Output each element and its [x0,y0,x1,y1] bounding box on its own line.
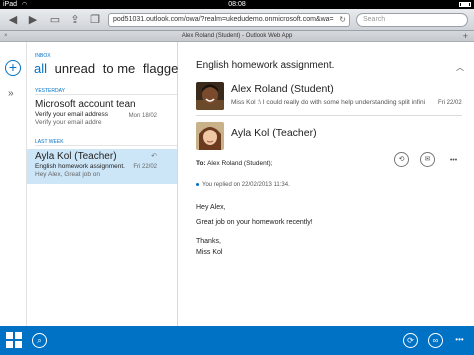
browser-search-field[interactable]: Search [356,13,468,27]
body-line: Miss Kol [196,249,223,256]
more-button[interactable]: ••• [452,333,467,348]
bookmarks-icon[interactable]: ▭ [48,14,62,27]
replied-notice: You replied on 22/02/2013 11:34. [196,182,290,188]
body-line: Thanks, [196,238,221,245]
search-button[interactable]: ⌕ [32,333,47,348]
to-label: To: [196,160,206,167]
list-item-preview: Hey Alex, Great job on [35,171,101,178]
to-value[interactable]: Alex Roland (Student); [207,160,272,167]
list-item-date: Fri 22/02 [133,164,157,170]
divider [35,145,177,146]
message-preview: Miss Kol :\ I could really do with some … [231,99,426,106]
list-item-sender: Microsoft account tean [35,99,136,110]
folder-label: INBOX [35,53,51,59]
tab-title[interactable]: Alex Roland (Student) - Outlook Web App [0,31,474,42]
divider [196,115,462,116]
filter-all[interactable]: all [34,61,47,76]
list-item[interactable]: Microsoft account tean Verify your email… [27,99,177,132]
divider [35,94,177,95]
browser-toolbar: ◀ ▶ ▭ ⇪ ❐ pod51031.outlook.com/owa/?real… [0,9,474,31]
thread-title: English homework assignment. [196,60,335,71]
browser-tab-bar: × Alex Roland (Student) - Outlook Web Ap… [0,31,474,42]
share-icon[interactable]: ⇪ [68,14,82,27]
list-item-preview: Verify your email addre [35,119,102,126]
app-bar: ⌕ ⟳ ∞ ••• [0,326,474,355]
filter-to-me[interactable]: to me [103,61,136,76]
forward-button[interactable]: ✉ [420,152,435,167]
replied-icon: ↶ [151,153,157,160]
battery-icon [459,2,471,7]
new-mail-button[interactable]: + [5,60,21,76]
avatar [196,122,224,150]
clock: 08:08 [228,1,246,8]
recipients-line: To: Alex Roland (Student); [196,160,272,167]
reload-icon[interactable]: ↻ [339,14,346,26]
more-actions-button[interactable]: ••• [446,154,461,169]
ios-status-bar: iPad ◠ 08:08 [0,0,474,9]
view-options-button[interactable]: ∞ [428,333,443,348]
avatar [196,82,224,110]
list-item-date: Mon 18/02 [128,113,157,119]
reading-pane: English homework assignment. ︿ Alex Rola… [178,42,474,326]
sync-button[interactable]: ⟳ [403,333,418,348]
expand-folders-icon[interactable]: » [8,88,14,99]
message-date: Fri 22/02 [438,100,462,106]
replied-dot-icon [196,182,199,186]
filter-unread[interactable]: unread [55,61,95,76]
windows-logo-icon[interactable] [6,332,22,348]
new-tab-icon[interactable]: + [463,31,468,42]
body-line: Great job on your homework recently! [196,219,313,226]
back-arrow-icon[interactable]: ◀ [6,14,20,27]
reply-all-button[interactable]: ⟲ [394,152,409,167]
list-item[interactable]: Ayla Kol (Teacher) English homework assi… [27,149,177,184]
filter-bar: all unread to me flagged [34,61,190,76]
body-line: Hey Alex, [196,204,226,211]
replied-text: You replied on 22/02/2013 11:34. [202,182,290,188]
url-text: pod51031.outlook.com/owa/?realm=ukedudem… [113,16,334,23]
message-sender[interactable]: Ayla Kol (Teacher) [231,127,317,139]
message-sender[interactable]: Alex Roland (Student) [231,83,334,95]
url-field[interactable]: pod51031.outlook.com/owa/?realm=ukedudem… [108,13,350,27]
tabs-icon[interactable]: ❐ [88,14,102,27]
chevron-up-icon[interactable]: ︿ [456,62,464,73]
left-rail: + » [0,42,27,326]
forward-arrow-icon[interactable]: ▶ [26,14,40,27]
message-list: INBOX all unread to me flagged YESTERDAY… [27,42,186,326]
